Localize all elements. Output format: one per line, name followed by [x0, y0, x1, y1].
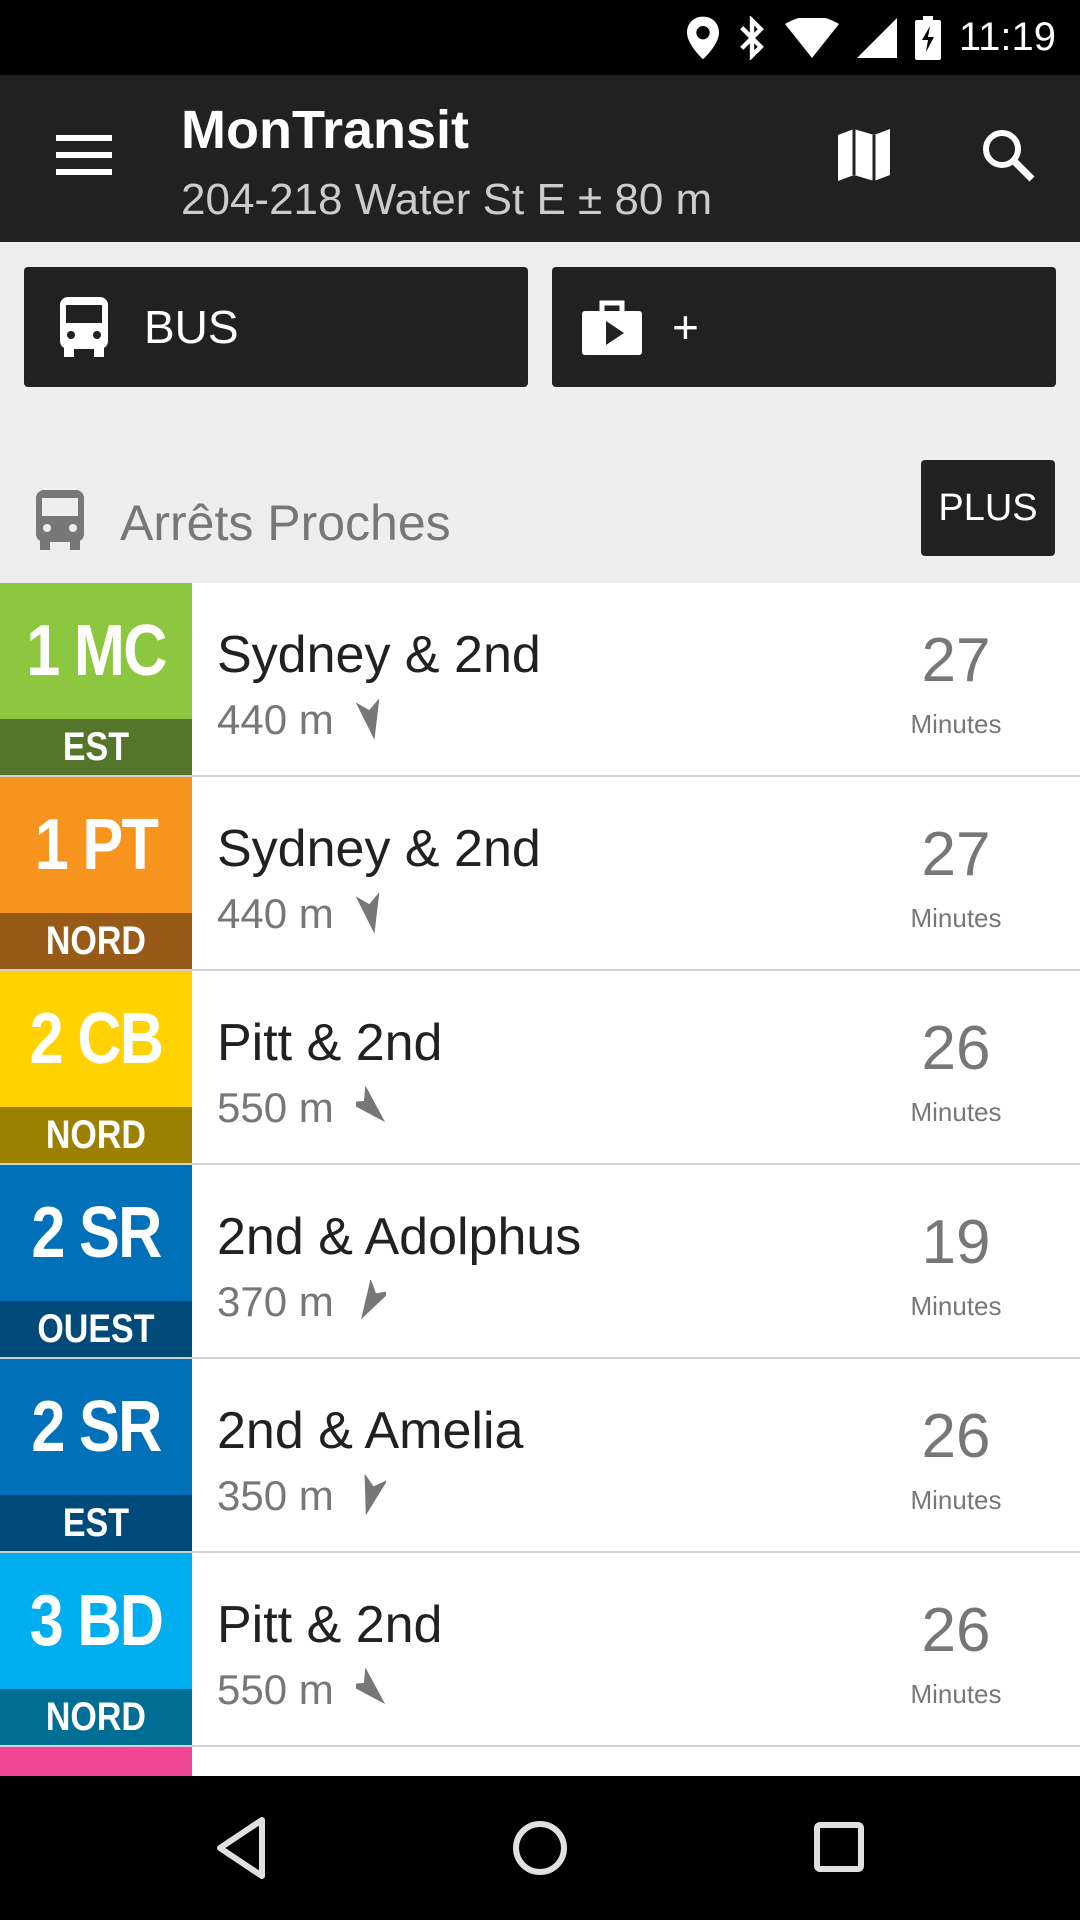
stop-distance: 550 m	[217, 1666, 334, 1713]
arrival-minutes: 26	[921, 1402, 991, 1471]
route-badge[interactable]: 3 BD NORD	[0, 1553, 192, 1745]
signal-icon	[856, 17, 897, 58]
route-badge[interactable]: 2 CB NORD	[0, 971, 192, 1163]
route-short-name: 1 PT	[34, 805, 159, 885]
recents-icon[interactable]	[812, 1816, 868, 1880]
bus-button-label: BUS	[144, 301, 239, 353]
route-badge[interactable]: 2 SR OUEST	[0, 1165, 192, 1357]
route-badge[interactable]: 1 MC EST	[0, 583, 192, 775]
stop-distance-row: 550 m	[217, 1084, 386, 1132]
route-direction: NORD	[0, 913, 192, 969]
stop-row[interactable]	[0, 1747, 1080, 1776]
compass-arrow-icon	[360, 1280, 386, 1320]
minutes-label: Minutes	[910, 1679, 1002, 1709]
stop-distance: 440 m	[217, 696, 334, 743]
more-button[interactable]: PLUS	[921, 460, 1055, 556]
search-icon[interactable]	[980, 127, 1036, 183]
wifi-icon	[784, 17, 839, 58]
direction-label: NORD	[45, 1694, 147, 1739]
arrival-minutes: 27	[921, 820, 991, 889]
arrival-minutes: 19	[921, 1208, 991, 1277]
stop-distance: 550 m	[217, 1084, 334, 1131]
add-button-label: +	[672, 301, 699, 353]
compass-arrow-icon	[364, 1474, 386, 1516]
route-badge[interactable]	[0, 1747, 192, 1776]
menu-icon[interactable]	[56, 135, 112, 175]
stop-row[interactable]: 2 SR OUEST 2nd & Adolphus 370 m 19 Minut…	[0, 1165, 1080, 1359]
minutes-label: Minutes	[910, 1485, 1002, 1515]
stop-distance: 350 m	[217, 1472, 334, 1519]
nearby-stops-list: 1 MC EST Sydney & 2nd 440 m 27 Minutes 1…	[0, 583, 1080, 1776]
status-bar: 11:19	[0, 0, 1080, 75]
bluetooth-icon	[740, 15, 764, 60]
arrival-minutes: 26	[921, 1014, 991, 1083]
bus-icon	[60, 297, 108, 357]
direction-label: NORD	[45, 918, 147, 963]
stop-name: Sydney & 2nd	[217, 820, 541, 878]
route-short-name: 3 BD	[29, 1581, 164, 1661]
stop-row[interactable]: 1 PT NORD Sydney & 2nd 440 m 27 Minutes	[0, 777, 1080, 971]
clock: 11:19	[958, 15, 1056, 59]
route-direction: NORD	[0, 1107, 192, 1163]
minutes-label: Minutes	[910, 1291, 1002, 1321]
stop-row[interactable]: 1 MC EST Sydney & 2nd 440 m 27 Minutes	[0, 583, 1080, 777]
compass-arrow-icon	[355, 892, 380, 934]
navigation-bar	[0, 1776, 1080, 1920]
stop-distance-row: 440 m	[217, 890, 386, 938]
battery-charging-icon	[914, 15, 941, 60]
stop-row[interactable]: 2 SR EST 2nd & Amelia 350 m 26 Minutes	[0, 1359, 1080, 1553]
stop-name: 2nd & Adolphus	[217, 1208, 582, 1266]
route-short-name: 2 SR	[31, 1387, 162, 1467]
route-direction: NORD	[0, 1689, 192, 1745]
stop-row[interactable]: 2 CB NORD Pitt & 2nd 550 m 26 Minutes	[0, 971, 1080, 1165]
route-short-name: 1 MC	[26, 611, 167, 691]
stop-name: Pitt & 2nd	[217, 1014, 443, 1072]
app-toolbar: MonTransit 204-218 Water St E ± 80 m	[0, 75, 1080, 242]
stop-distance: 440 m	[217, 890, 334, 937]
direction-label: OUEST	[37, 1306, 155, 1351]
stop-distance-row: 440 m	[217, 696, 386, 744]
compass-arrow-icon	[355, 1668, 385, 1705]
route-direction: EST	[0, 1495, 192, 1551]
stop-name: Sydney & 2nd	[217, 626, 541, 684]
home-icon[interactable]	[510, 1816, 570, 1880]
stop-row[interactable]: 3 BD NORD Pitt & 2nd 550 m 26 Minutes	[0, 1553, 1080, 1747]
minutes-label: Minutes	[910, 709, 1002, 739]
route-short-name: 2 CB	[29, 999, 164, 1079]
stop-distance-row: 550 m	[217, 1666, 386, 1714]
route-badge[interactable]: 2 SR EST	[0, 1359, 192, 1551]
stop-distance-row: 370 m	[217, 1278, 386, 1326]
minutes-label: Minutes	[910, 903, 1002, 933]
bus-icon	[36, 490, 84, 550]
route-direction: EST	[0, 719, 192, 775]
arrival-minutes: 26	[921, 1596, 991, 1665]
location-icon	[686, 16, 719, 59]
bus-agency-button[interactable]: BUS	[24, 267, 528, 387]
compass-arrow-icon	[355, 1086, 385, 1123]
compass-arrow-icon	[355, 698, 380, 740]
play-store-icon	[582, 300, 642, 355]
direction-label: NORD	[45, 1112, 147, 1157]
back-icon[interactable]	[214, 1816, 270, 1880]
direction-label: EST	[62, 1500, 130, 1545]
stop-distance: 370 m	[217, 1278, 334, 1325]
stop-distance-row: 350 m	[217, 1472, 386, 1520]
stop-name: 2nd & Amelia	[217, 1402, 524, 1460]
stop-name: Pitt & 2nd	[217, 1596, 443, 1654]
route-short-name: 2 SR	[31, 1193, 162, 1273]
section-title: Arrêts Proches	[120, 495, 451, 551]
app-title: MonTransit	[181, 100, 470, 160]
location-subtitle: 204-218 Water St E ± 80 m	[181, 175, 713, 224]
add-agency-button[interactable]: +	[552, 267, 1056, 387]
minutes-label: Minutes	[910, 1097, 1002, 1127]
direction-label: EST	[62, 724, 130, 769]
nearby-stops-header: Arrêts Proches PLUS	[0, 460, 1080, 583]
arrival-minutes: 27	[921, 626, 991, 695]
map-icon[interactable]	[836, 127, 892, 183]
route-direction: OUEST	[0, 1301, 192, 1357]
route-badge[interactable]: 1 PT NORD	[0, 777, 192, 969]
